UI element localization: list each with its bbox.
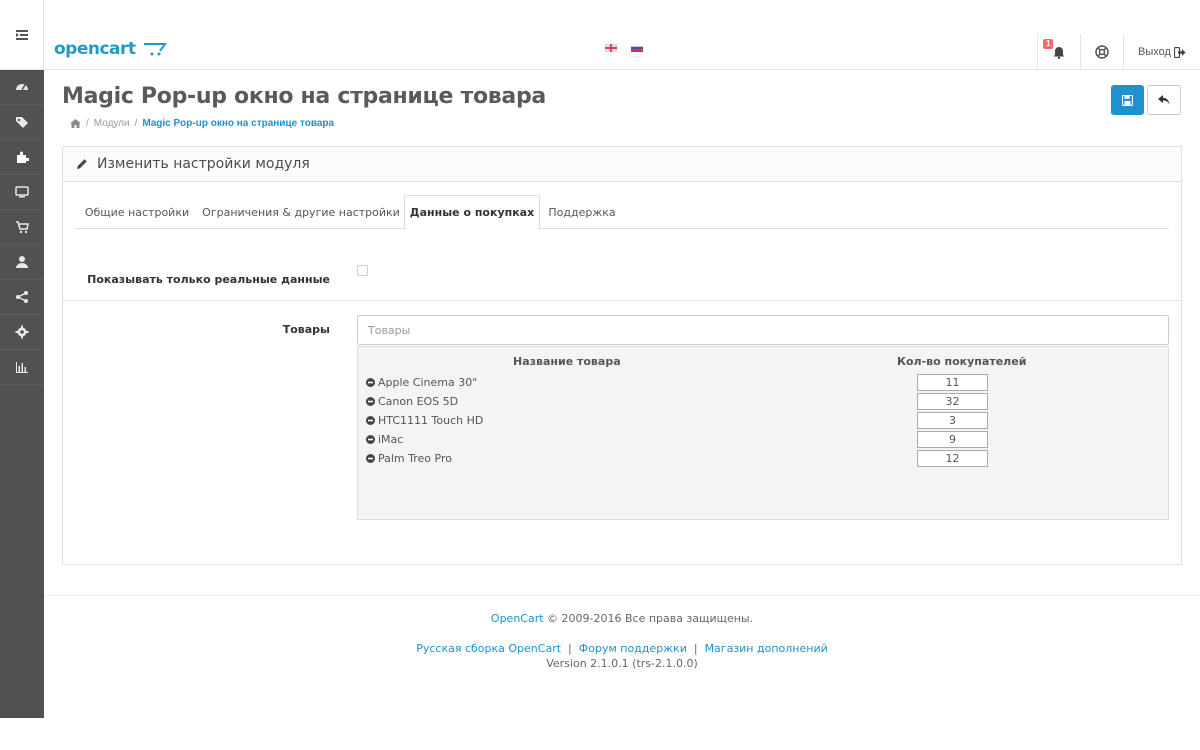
table-row: HTC1111 Touch HD bbox=[358, 412, 1168, 431]
table-row: Apple Cinema 30" bbox=[358, 374, 1168, 393]
home-icon[interactable] bbox=[70, 119, 81, 128]
top-header: opencart 1 Выход bbox=[44, 0, 1200, 70]
sidebar-item-system[interactable] bbox=[0, 315, 44, 350]
column-header-product-name: Название товара bbox=[513, 355, 621, 368]
sign-out-icon bbox=[1173, 46, 1186, 58]
footer-link-addons-store[interactable]: Магазин дополнений bbox=[705, 642, 828, 655]
breadcrumb: / Модули / Magic Pop-up окно на странице… bbox=[70, 118, 334, 129]
opencart-logo[interactable]: opencart bbox=[54, 39, 167, 59]
sidebar-item-sales[interactable] bbox=[0, 210, 44, 245]
column-header-buyers-count: Кол-во покупателей bbox=[897, 355, 1027, 368]
table-row: iMac bbox=[358, 431, 1168, 450]
product-name: iMac bbox=[366, 433, 403, 446]
table-row: Canon EOS 5D bbox=[358, 393, 1168, 412]
en-gb-flag-icon[interactable] bbox=[605, 44, 617, 52]
buyers-count-input[interactable] bbox=[917, 431, 988, 448]
pencil-icon bbox=[77, 159, 87, 169]
footer-opencart-link[interactable]: OpenCart bbox=[491, 612, 544, 625]
footer-copyright: OpenCart © 2009-2016 Все права защищены. bbox=[44, 612, 1200, 625]
product-name: Canon EOS 5D bbox=[366, 395, 458, 408]
alerts-badge: 1 bbox=[1043, 39, 1054, 49]
product-name: HTC1111 Touch HD bbox=[366, 414, 483, 427]
product-name: Palm Treo Pro bbox=[366, 452, 452, 465]
logout-label: Выход bbox=[1138, 46, 1171, 58]
table-row: Palm Treo Pro bbox=[358, 450, 1168, 469]
buyers-count-input[interactable] bbox=[917, 374, 988, 391]
panel-heading: Изменить настройки модуля bbox=[63, 147, 1181, 182]
reply-icon bbox=[1158, 95, 1170, 105]
puzzle-icon bbox=[17, 151, 29, 163]
sidebar-item-reports[interactable] bbox=[0, 350, 44, 385]
remove-circle-icon[interactable] bbox=[366, 378, 375, 387]
footer-separator: | bbox=[568, 642, 572, 655]
tags-icon bbox=[16, 117, 28, 128]
real-data-checkbox[interactable] bbox=[357, 265, 368, 276]
tab-restrictions[interactable]: Ограничения & другие настройки bbox=[199, 195, 403, 229]
share-icon bbox=[16, 291, 28, 303]
buyers-count-input[interactable] bbox=[917, 393, 988, 410]
product-name: Apple Cinema 30" bbox=[366, 376, 477, 389]
product-name-text: HTC1111 Touch HD bbox=[378, 414, 484, 427]
sidebar-item-marketing[interactable] bbox=[0, 280, 44, 315]
buyers-count-input[interactable] bbox=[917, 450, 988, 467]
breadcrumb-current-link[interactable]: Magic Pop-up окно на странице товара bbox=[142, 118, 334, 129]
product-name-text: Canon EOS 5D bbox=[378, 395, 459, 408]
products-label: Товары bbox=[282, 323, 330, 336]
save-icon bbox=[1122, 94, 1133, 106]
product-name-text: iMac bbox=[378, 433, 404, 446]
settings-tabs: Общие настройки Ограничения & другие нас… bbox=[75, 195, 1169, 230]
form-divider bbox=[63, 300, 1181, 301]
dashboard-icon bbox=[16, 84, 28, 91]
sidebar-item-catalog[interactable] bbox=[0, 105, 44, 140]
help-button[interactable] bbox=[1080, 34, 1123, 70]
life-ring-icon bbox=[1095, 45, 1109, 59]
alerts-button[interactable]: 1 bbox=[1037, 34, 1080, 70]
products-table: Название товара Кол-во покупателей Apple… bbox=[357, 346, 1169, 520]
logo-text: opencart bbox=[54, 39, 136, 59]
breadcrumb-separator: / bbox=[134, 118, 138, 129]
sidebar-item-design[interactable] bbox=[0, 175, 44, 210]
footer-links: Русская сборка OpenCart | Форум поддержки |… bbox=[44, 642, 1200, 655]
logout-button[interactable]: Выход bbox=[1123, 34, 1200, 70]
bell-icon bbox=[1053, 46, 1065, 59]
sidebar-item-dashboard[interactable] bbox=[0, 70, 44, 105]
tab-general[interactable]: Общие настройки bbox=[75, 195, 199, 229]
footer-link-russian-build[interactable]: Русская сборка OpenCart bbox=[416, 642, 561, 655]
real-data-label: Показывать только реальные данные bbox=[87, 273, 330, 286]
remove-circle-icon[interactable] bbox=[366, 435, 375, 444]
tab-purchase-data[interactable]: Данные о покупках bbox=[404, 195, 540, 230]
sidebar-item-extensions[interactable] bbox=[0, 140, 44, 175]
panel-heading-label: Изменить настройки модуля bbox=[97, 156, 310, 172]
footer: OpenCart © 2009-2016 Все права защищены.… bbox=[44, 595, 1200, 718]
tab-support[interactable]: Поддержка bbox=[541, 195, 623, 229]
product-name-text: Apple Cinema 30" bbox=[378, 376, 478, 389]
page-title: Magic Pop-up окно на странице товара bbox=[62, 84, 546, 109]
menu-toggle-icon bbox=[15, 29, 28, 40]
product-name-text: Palm Treo Pro bbox=[378, 452, 452, 465]
sidebar-toggle-button[interactable] bbox=[0, 0, 44, 70]
sidebar-item-customers[interactable] bbox=[0, 245, 44, 280]
buyers-count-input[interactable] bbox=[917, 412, 988, 429]
footer-version: Version 2.1.0.1 (trs-2.1.0.0) bbox=[546, 657, 698, 670]
remove-circle-icon[interactable] bbox=[366, 454, 375, 463]
save-button[interactable] bbox=[1111, 85, 1144, 115]
user-icon bbox=[16, 256, 28, 268]
back-button[interactable] bbox=[1147, 85, 1181, 115]
bar-chart-icon bbox=[16, 362, 28, 373]
ru-flag-icon[interactable] bbox=[631, 44, 643, 52]
footer-link-support-forum[interactable]: Форум поддержки bbox=[579, 642, 687, 655]
footer-copyright-text: © 2009-2016 Все права защищены. bbox=[547, 612, 754, 625]
sidebar bbox=[0, 0, 44, 718]
module-settings-panel: Изменить настройки модуля Общие настройк… bbox=[62, 146, 1182, 565]
breadcrumb-modules-link[interactable]: Модули bbox=[94, 118, 130, 129]
products-search-input[interactable] bbox=[357, 315, 1169, 345]
remove-circle-icon[interactable] bbox=[366, 416, 375, 425]
cart-icon bbox=[16, 221, 29, 234]
remove-circle-icon[interactable] bbox=[366, 397, 375, 406]
gear-icon bbox=[15, 325, 29, 339]
logo-cart-icon bbox=[143, 43, 167, 56]
breadcrumb-separator: / bbox=[86, 118, 89, 129]
footer-separator: | bbox=[693, 642, 698, 655]
monitor-icon bbox=[15, 186, 29, 198]
